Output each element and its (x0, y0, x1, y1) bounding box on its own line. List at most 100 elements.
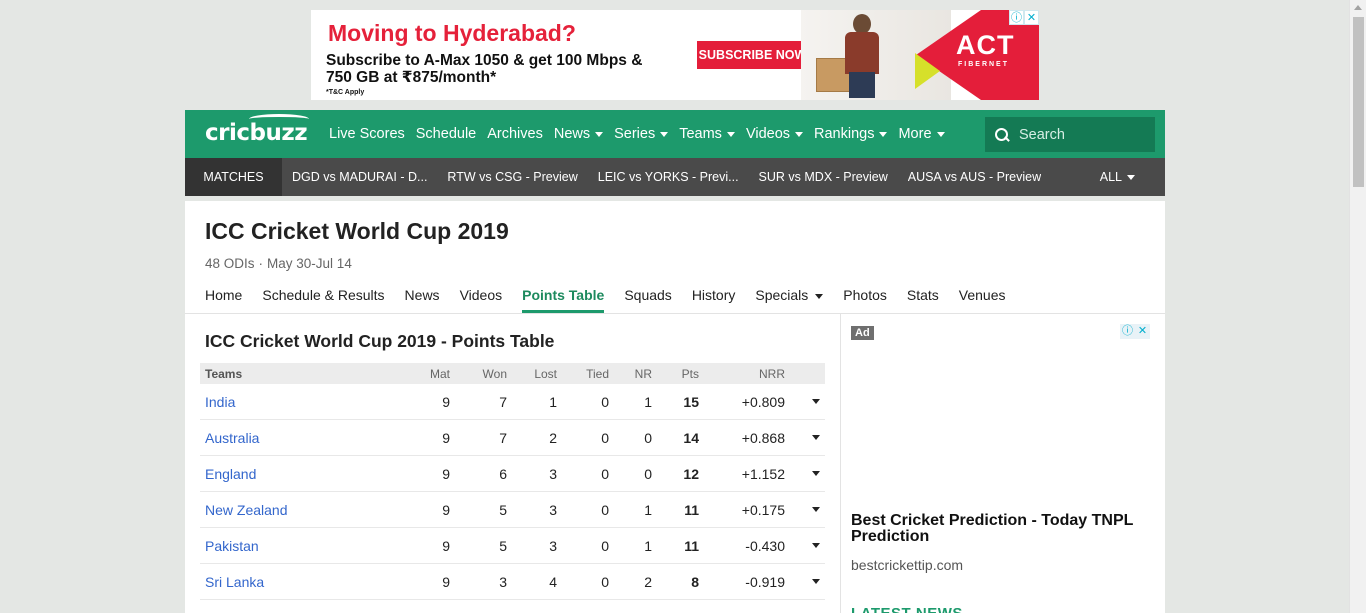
expand-row-button[interactable] (785, 399, 825, 404)
cell-mat: 9 (442, 393, 450, 410)
cell-tied: 0 (601, 573, 609, 590)
table-header: Teams Mat Won Lost Tied NR Pts NRR (200, 363, 825, 384)
cricbuzz-logo[interactable]: cricbuzz (205, 114, 309, 146)
tab-videos[interactable]: Videos (460, 287, 503, 313)
team-link[interactable]: Sri Lanka (200, 574, 395, 590)
cell-lost: 4 (549, 573, 557, 590)
cell-lost: 3 (549, 465, 557, 482)
ad-close-icon[interactable]: ✕ (1024, 10, 1039, 25)
chevron-down-icon (812, 471, 820, 476)
ad-info-icon[interactable]: ⓘ (1009, 10, 1024, 25)
table-row: India 9 7 1 0 1 15 +0.809 (200, 384, 825, 420)
expand-row-button[interactable] (785, 435, 825, 440)
scrollbar-thumb[interactable] (1353, 17, 1364, 187)
ad-info-icon[interactable]: ⓘ (1120, 324, 1135, 339)
cell-nrr: +0.809 (741, 393, 785, 410)
ad-subscribe-button[interactable]: SUBSCRIBE NOW (697, 41, 808, 69)
side-ad-url[interactable]: bestcrickettip.com (851, 557, 963, 573)
tab-home[interactable]: Home (205, 287, 242, 313)
match-link[interactable]: RTW vs CSG - Preview (447, 170, 577, 184)
cell-won: 6 (499, 465, 507, 482)
nav-series[interactable]: Series (614, 126, 669, 142)
search-input[interactable] (1019, 126, 1139, 143)
scroll-up-icon[interactable] (1354, 5, 1362, 10)
chevron-down-icon (812, 579, 820, 584)
ad-person-graphic (841, 14, 885, 98)
match-link[interactable]: DGD vs MADURAI - D... (292, 170, 427, 184)
cell-won: 5 (499, 501, 507, 518)
team-link[interactable]: Australia (200, 430, 395, 446)
tab-squads[interactable]: Squads (624, 287, 671, 313)
match-link[interactable]: LEIC vs YORKS - Previ... (598, 170, 739, 184)
ad-brand-logo: ACT (956, 30, 1015, 60)
matches-bar: MATCHES DGD vs MADURAI - D... RTW vs CSG … (185, 158, 1165, 196)
cell-pts: 15 (683, 393, 699, 410)
header-lost: Lost (534, 366, 557, 381)
tab-schedule-results[interactable]: Schedule & Results (262, 287, 384, 313)
match-link[interactable]: SUR vs MDX - Preview (759, 170, 888, 184)
expand-row-button[interactable] (785, 543, 825, 548)
nav-live-scores[interactable]: Live Scores (329, 126, 405, 142)
page-scrollbar[interactable] (1349, 0, 1366, 613)
chevron-down-icon (1127, 174, 1135, 180)
search-box[interactable] (985, 117, 1155, 152)
cell-pts: 8 (691, 573, 699, 590)
expand-row-button[interactable] (785, 579, 825, 584)
cell-tied: 0 (601, 393, 609, 410)
divider (185, 313, 1165, 314)
header-nr: NR (634, 366, 652, 381)
side-ad-title[interactable]: Best Cricket Prediction - Today TNPL Pre… (851, 513, 1151, 545)
cell-won: 3 (499, 573, 507, 590)
tab-history[interactable]: History (692, 287, 736, 313)
series-meta: 48 ODIs · May 30-Jul 14 (205, 256, 352, 271)
cell-mat: 9 (442, 429, 450, 446)
cell-nrr: +0.175 (741, 501, 785, 518)
tab-news[interactable]: News (405, 287, 440, 313)
chevron-down-icon (812, 507, 820, 512)
ad-brand-sub: FIBERNET (958, 61, 1009, 68)
search-icon (995, 127, 1009, 142)
tab-stats[interactable]: Stats (907, 287, 939, 313)
cell-mat: 9 (442, 537, 450, 554)
cell-nr: 1 (644, 393, 652, 410)
team-link[interactable]: England (200, 466, 395, 482)
nav-news[interactable]: News (554, 126, 604, 142)
header-pts: Pts (681, 366, 699, 381)
nav-schedule[interactable]: Schedule (416, 126, 476, 142)
nav-teams[interactable]: Teams (679, 126, 735, 142)
nav-more[interactable]: More (898, 126, 945, 142)
tab-photos[interactable]: Photos (843, 287, 887, 313)
matches-label[interactable]: MATCHES (185, 158, 282, 196)
ad-headline: Moving to Hyderabad? (328, 20, 576, 46)
cell-nr: 1 (644, 501, 652, 518)
chevron-down-icon (795, 131, 804, 137)
cell-tied: 0 (601, 465, 609, 482)
cell-tied: 0 (601, 429, 609, 446)
ad-subline: Subscribe to A-Max 1050 & get 100 Mbps &… (326, 52, 643, 86)
team-link[interactable]: India (200, 394, 395, 410)
chevron-down-icon (812, 399, 820, 404)
team-link[interactable]: New Zealand (200, 502, 395, 518)
team-link[interactable]: Pakistan (200, 538, 395, 554)
top-ad-banner[interactable]: Moving to Hyderabad? Subscribe to A-Max … (311, 10, 1039, 100)
tab-venues[interactable]: Venues (959, 287, 1006, 313)
expand-row-button[interactable] (785, 507, 825, 512)
divider (840, 314, 841, 613)
expand-row-button[interactable] (785, 471, 825, 476)
table-row: England 9 6 3 0 0 12 +1.152 (200, 456, 825, 492)
cell-nr: 0 (644, 465, 652, 482)
match-link[interactable]: AUSA vs AUS - Preview (908, 170, 1041, 184)
cell-nrr: -0.430 (745, 537, 785, 554)
tab-points-table[interactable]: Points Table (522, 287, 605, 313)
cell-won: 7 (499, 429, 507, 446)
ad-close-icon[interactable]: ✕ (1135, 324, 1150, 339)
all-matches-dropdown[interactable]: ALL (1100, 170, 1135, 184)
page-title: ICC Cricket World Cup 2019 (205, 218, 509, 244)
cell-nrr: +1.152 (741, 465, 785, 482)
header-teams: Teams (205, 366, 243, 381)
cell-nr: 0 (644, 429, 652, 446)
nav-rankings[interactable]: Rankings (814, 126, 888, 142)
nav-videos[interactable]: Videos (746, 126, 804, 142)
tab-specials[interactable]: Specials (755, 287, 824, 313)
nav-archives[interactable]: Archives (487, 126, 543, 142)
